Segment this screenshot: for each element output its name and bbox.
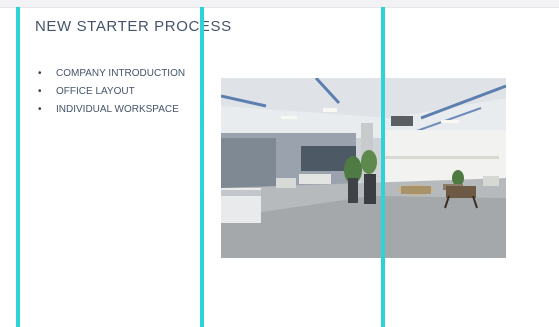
bullet-icon: •: [38, 68, 42, 79]
office-photo-illustration: [221, 78, 506, 258]
bullet-text: OFFICE LAYOUT: [56, 86, 135, 97]
guide-line-left: [16, 7, 20, 327]
guide-line-middle: [200, 7, 204, 327]
bullet-icon: •: [38, 86, 42, 97]
slide-top-edge: [0, 0, 559, 8]
bullet-item-individual-workspace: • INDIVIDUAL WORKSPACE: [38, 104, 185, 122]
guide-line-right: [381, 7, 385, 327]
bullet-item-office-layout: • OFFICE LAYOUT: [38, 86, 185, 104]
bullet-list[interactable]: • COMPANY INTRODUCTION • OFFICE LAYOUT •…: [38, 68, 185, 122]
bullet-icon: •: [38, 104, 42, 115]
bullet-text: INDIVIDUAL WORKSPACE: [56, 104, 179, 115]
bullet-item-company-introduction: • COMPANY INTRODUCTION: [38, 68, 185, 86]
bullet-text: COMPANY INTRODUCTION: [56, 68, 186, 79]
office-photo[interactable]: [221, 78, 506, 258]
